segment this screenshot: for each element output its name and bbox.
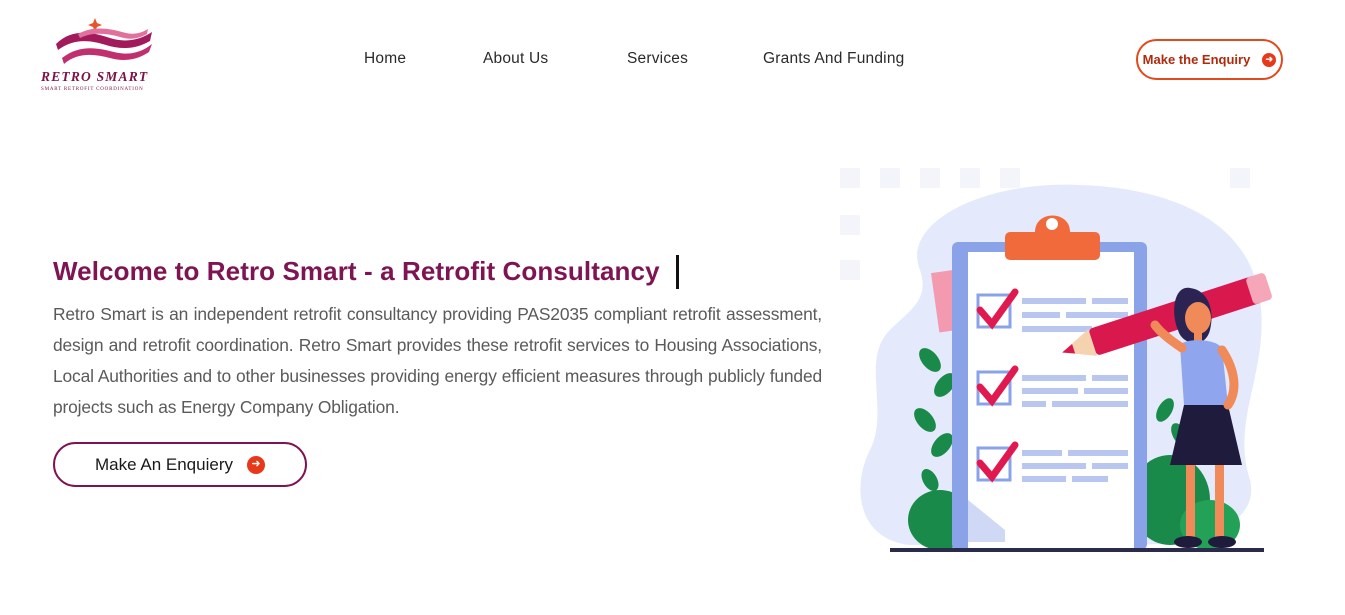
logo-wave-icon	[56, 18, 152, 64]
header-enquiry-label: Make the Enquiry	[1142, 52, 1251, 67]
logo-wordmark: RETRO SMART	[41, 69, 149, 84]
checklist-illustration	[830, 160, 1290, 565]
nav-item-services[interactable]: Services	[627, 50, 688, 68]
header-enquiry-button[interactable]: Make the Enquiry ➜	[1136, 39, 1283, 80]
arrow-right-circle-icon: ➜	[1262, 52, 1277, 67]
nav-item-home[interactable]: Home	[364, 50, 406, 68]
typing-cursor	[676, 255, 679, 289]
nav-item-about-us[interactable]: About Us	[483, 50, 548, 68]
arrow-right-circle-icon: ➜	[246, 455, 265, 474]
site-logo[interactable]: RETRO SMART SMART RETROFIT COORDINATION	[40, 14, 170, 98]
hero-title: Welcome to Retro Smart - a Retrofit Cons…	[53, 256, 660, 286]
hero-enquiry-button[interactable]: Make An Enquiery ➜	[53, 442, 307, 487]
nav-item-grants-and-funding[interactable]: Grants And Funding	[763, 50, 904, 68]
hero-description: Retro Smart is an independent retrofit c…	[53, 304, 822, 417]
hero-enquiry-label: Make An Enquiery	[95, 454, 233, 474]
logo-tagline: SMART RETROFIT COORDINATION	[41, 87, 144, 92]
